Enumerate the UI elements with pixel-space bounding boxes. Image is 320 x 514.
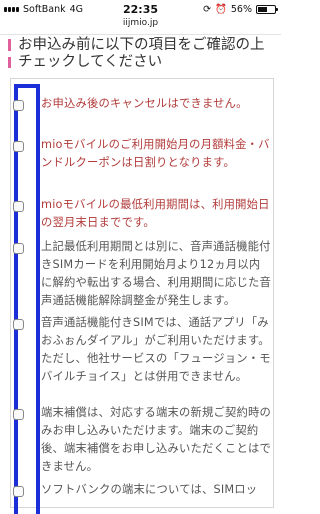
address-bar[interactable]: iijmio.jp: [0, 18, 281, 34]
checkbox[interactable]: [13, 141, 24, 152]
rotation-lock-icon: ⟳: [203, 4, 212, 15]
checklist-item-text: mioモバイルのご利用開始月の月額料金・バンドルクーポンは日割りとなります。: [41, 138, 270, 169]
checkbox[interactable]: [13, 486, 24, 497]
checklist-item-text: お申込み後のキャンセルはできません。: [41, 97, 248, 110]
battery-percent: 56%: [230, 4, 252, 15]
divider: [0, 34, 281, 35]
alarm-icon: ⏰: [215, 4, 227, 15]
checklist-item-text: 音声通話機能付きSIMでは、通話アプリ「みおふぉんダイアル」がご利用いただけます…: [41, 316, 271, 383]
checkbox[interactable]: [13, 201, 24, 212]
checklist-item-text: 上記最低利用期間とは別に、音声通話機能付きSIMカードを利用開始月より12ヵ月以…: [41, 240, 271, 307]
heading-text: お申込み前に以下の項目をご確認の上チェックしてください: [18, 37, 265, 70]
checklist-item-text: 端末補償は、対応する端末の新規ご契約時のみお申し込みいただけます。端末のご契約後…: [41, 406, 271, 473]
checklist-item-text: mioモバイルの最低利用期間は、利用開始日の翌月末日までです。: [41, 198, 270, 229]
checklist-item-text: ソフトバンクの端末については、SIMロッ: [41, 483, 258, 496]
battery-icon: [256, 5, 278, 14]
checkbox[interactable]: [13, 319, 24, 330]
checkbox[interactable]: [13, 409, 24, 420]
checkbox[interactable]: [13, 100, 24, 111]
status-right: ⟳ ⏰ 56%: [203, 4, 278, 15]
page-heading: お申込み前に以下の項目をご確認の上チェックしてください: [6, 37, 276, 71]
checkbox[interactable]: [13, 243, 24, 254]
